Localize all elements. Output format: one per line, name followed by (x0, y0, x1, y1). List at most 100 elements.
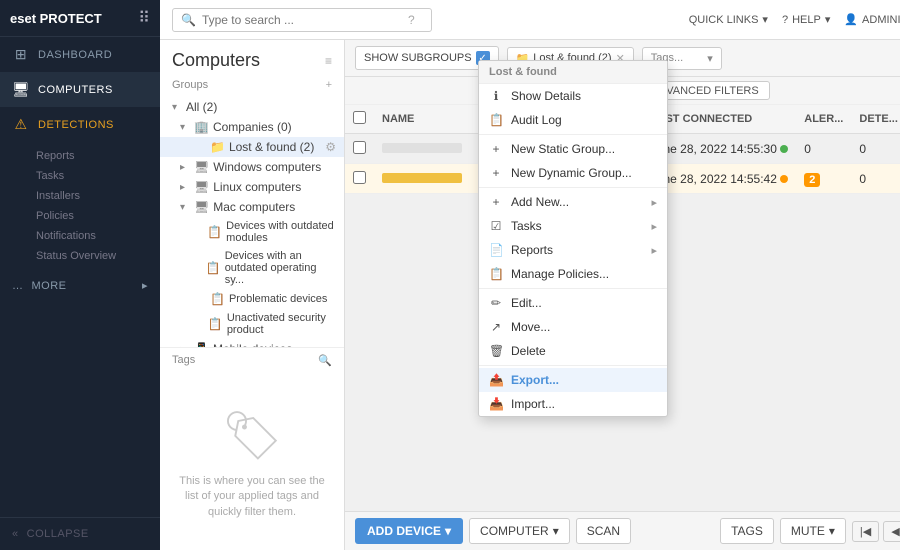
row-alerts: 2 (796, 164, 851, 194)
ctx-manage-policies[interactable]: 📋 Manage Policies... (479, 262, 667, 286)
col-header-alerts[interactable]: ALER... (796, 105, 851, 134)
col-header-name[interactable]: NAME (374, 105, 470, 134)
sidebar-item-reports[interactable]: Reports (36, 146, 160, 166)
move-icon: ↗ (489, 320, 503, 334)
ctx-item-label: Move... (511, 320, 550, 334)
tree-item-all[interactable]: ▾ All (2) (160, 97, 344, 117)
ctx-move[interactable]: ↗ Move... (479, 315, 667, 339)
ctx-new-dynamic[interactable]: + New Dynamic Group... (479, 161, 667, 185)
connected-dot (780, 175, 788, 183)
ctx-divider (479, 288, 667, 289)
select-all-checkbox[interactable] (353, 111, 366, 124)
ctx-show-details[interactable]: ℹ Show Details (479, 84, 667, 108)
sidebar-item-tasks[interactable]: Tasks (36, 166, 160, 186)
caret-icon: ▾ (180, 202, 190, 213)
search-help-icon: ? (408, 13, 415, 27)
quick-links-button[interactable]: QUICK LINKS ▾ (689, 13, 768, 26)
tags-section: Tags 🔍 (160, 347, 344, 377)
mute-button[interactable]: MUTE ▾ (780, 518, 846, 544)
ctx-import[interactable]: 📥 Import... (479, 392, 667, 416)
col-header-detections[interactable]: DETE... (851, 105, 900, 134)
mute-label: MUTE (791, 524, 825, 538)
tags-button[interactable]: TAGS (720, 518, 774, 544)
tree-item-problematic[interactable]: 📋 Problematic devices (160, 289, 344, 309)
prev-page-button[interactable]: ◀ (883, 521, 900, 542)
gear-icon[interactable]: ⚙ (325, 140, 336, 154)
tag-icon: 🏷 (176, 407, 328, 464)
tree-item-label: All (2) (186, 100, 217, 114)
ctx-delete[interactable]: 🗑 Delete (479, 339, 667, 363)
ctx-audit-log[interactable]: 📋 Audit Log (479, 108, 667, 132)
ctx-item-label: Edit... (511, 296, 542, 310)
computers-icon: 🖥 (12, 81, 30, 98)
tree-item-label: Problematic devices (229, 293, 327, 305)
submenu-arrow-icon: ▸ (651, 220, 657, 233)
tree-item-linux[interactable]: ▸ 🖥 Linux computers (160, 177, 344, 197)
row-checkbox[interactable] (345, 164, 374, 194)
tree-item-label: Lost & found (2) (229, 140, 314, 154)
sidebar: eset PROTECT ⠿ ⊞ DASHBOARD 🖥 COMPUTERS ⚠… (0, 0, 160, 550)
tree-item-lost-found[interactable]: 📁 Lost & found (2) ⚙ (160, 137, 344, 157)
sidebar-item-installers[interactable]: Installers (36, 186, 160, 206)
ctx-edit[interactable]: ✏ Edit... (479, 291, 667, 315)
tags-search-icon[interactable]: 🔍 (318, 354, 332, 367)
submenu-arrow-icon: ▸ (651, 244, 657, 257)
mac-icon: 🖥 (194, 200, 209, 214)
groups-label: Groups (172, 79, 208, 91)
sidebar-item-more[interactable]: … More ▸ (0, 270, 160, 301)
ctx-tasks[interactable]: ☑ Tasks ▸ (479, 214, 667, 238)
tree-item-companies[interactable]: ▾ 🏢 Companies (0) (160, 117, 344, 137)
top-header: 🔍 ? QUICK LINKS ▾ ? HELP ▾ 👤 ADMINISTRAT… (160, 0, 900, 40)
main-content: 🔍 ? QUICK LINKS ▾ ? HELP ▾ 👤 ADMINISTRAT… (160, 0, 900, 550)
ctx-reports[interactable]: 📄 Reports ▸ (479, 238, 667, 262)
scan-button[interactable]: SCAN (576, 518, 631, 544)
computer-button[interactable]: COMPUTER ▾ (469, 518, 570, 544)
folder-icon: 📁 (210, 140, 225, 154)
sidebar-item-status-overview[interactable]: Status Overview (36, 246, 160, 266)
ctx-add-new[interactable]: + Add New... ▸ (479, 190, 667, 214)
collapse-label: COLLAPSE (27, 528, 89, 540)
help-icon: ? (782, 14, 788, 26)
tree-item-mobile[interactable]: ▸ 📱 Mobile devices (160, 339, 344, 347)
sidebar-collapse-button[interactable]: « COLLAPSE (0, 517, 160, 550)
sidebar-item-notifications[interactable]: Notifications (36, 226, 160, 246)
context-menu[interactable]: Lost & found ℹ Show Details 📋 Audit Log … (478, 60, 668, 417)
collapse-icon: « (12, 528, 19, 540)
sidebar-item-policies[interactable]: Policies (36, 206, 160, 226)
context-menu-header: Lost & found (479, 61, 667, 84)
left-panel: Computers ≡ Groups + ▾ All (2) ▾ 🏢 Compa… (160, 40, 345, 550)
bottom-right: TAGS MUTE ▾ |◀ ◀ ○ 1 / 1 ▶ ▶| ✉ (720, 518, 900, 544)
tree-item-windows[interactable]: ▸ 🖥 Windows computers (160, 157, 344, 177)
first-page-button[interactable]: |◀ (852, 521, 879, 542)
tags-label: TAGS (731, 524, 763, 538)
admin-button[interactable]: 👤 ADMINISTRATOR ▾ (844, 13, 900, 26)
grid-icon[interactable]: ⠿ (138, 8, 150, 28)
add-icon: + (489, 166, 503, 180)
help-label: HELP (792, 14, 821, 26)
tree-item-outdated-os[interactable]: 📋 Devices with an outdated operating sy.… (160, 247, 344, 289)
row-checkbox[interactable] (345, 134, 374, 164)
sidebar-item-computers[interactable]: 🖥 COMPUTERS (0, 72, 160, 107)
add-device-label: ADD DEVICE (367, 524, 441, 538)
search-box[interactable]: 🔍 ? (172, 8, 432, 32)
tags-label: Tags (172, 354, 195, 366)
tree: ▾ All (2) ▾ 🏢 Companies (0) 📁 Lost & fou… (160, 95, 344, 347)
help-button[interactable]: ? HELP ▾ (782, 13, 830, 26)
sidebar-item-dashboard[interactable]: ⊞ DASHBOARD (0, 37, 160, 72)
ctx-export[interactable]: 📤 Export... (479, 368, 667, 392)
tree-item-mac[interactable]: ▾ 🖥 Mac computers (160, 197, 344, 217)
ctx-new-static[interactable]: + New Static Group... (479, 137, 667, 161)
tree-item-unactivated[interactable]: 📋 Unactivated security product (160, 309, 344, 339)
sidebar-item-detections[interactable]: ⚠ DETECTIONS (0, 107, 160, 142)
tree-item-outdated-modules[interactable]: 📋 Devices with outdated modules (160, 217, 344, 247)
search-input[interactable] (202, 13, 402, 27)
bottom-left: ADD DEVICE ▾ COMPUTER ▾ SCAN (355, 518, 631, 544)
ctx-item-label: Import... (511, 397, 555, 411)
col-header-checkbox[interactable] (345, 105, 374, 134)
bottom-bar: ADD DEVICE ▾ COMPUTER ▾ SCAN TAGS (345, 511, 900, 550)
left-panel-header: Computers ≡ (160, 40, 344, 75)
mute-chevron-icon: ▾ (829, 524, 835, 538)
add-device-button[interactable]: ADD DEVICE ▾ (355, 518, 463, 544)
more-chevron-icon: ▸ (142, 279, 148, 292)
add-icon: + (489, 142, 503, 156)
